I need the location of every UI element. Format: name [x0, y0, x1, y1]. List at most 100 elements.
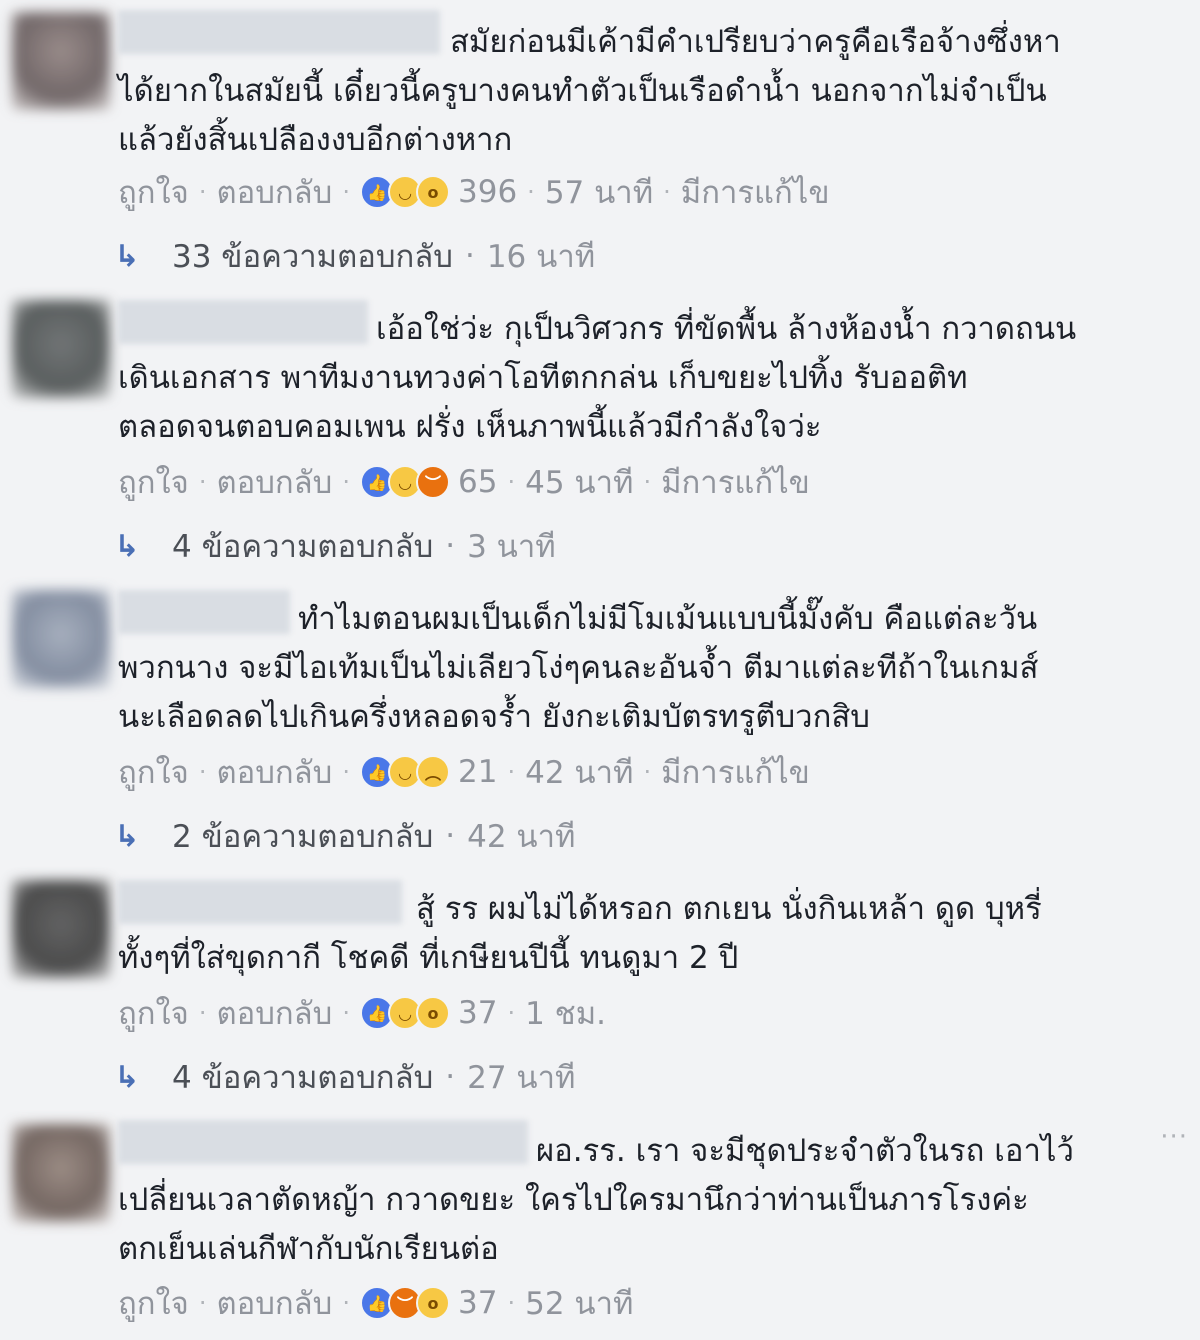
reactions[interactable]: 👍 ◡ ︵	[360, 755, 450, 789]
avatar[interactable]	[12, 12, 110, 110]
comment-time[interactable]: 45 นาที	[525, 457, 633, 507]
reply-link[interactable]: ตอบกลับ	[216, 988, 332, 1038]
like-link[interactable]: ถูกใจ	[118, 167, 189, 217]
separator: ·	[445, 528, 456, 564]
comment-text-line: ทำไมตอนผมเป็นเด็กไม่มีโมเม้นแบบนี้มั๊งคั…	[298, 601, 1038, 637]
like-link[interactable]: ถูกใจ	[118, 747, 189, 797]
avatar[interactable]	[12, 300, 110, 398]
comment-text-line: นะเลือดลดไปเกินครึ่งหลอดจร้ำ ยังกะเติมบั…	[118, 699, 870, 735]
comment: ผอ.รร. เรา จะมีชุดประจำตัวในรถ เอาไว้ เป…	[0, 1110, 1200, 1340]
comment-text: ผอ.รร. เรา จะมีชุดประจำตัวในรถ เอาไว้ เป…	[118, 1127, 1168, 1274]
replies-link[interactable]: ↳ 2 ข้อความตอบกลับ · 42 นาที	[110, 816, 575, 856]
comment-time[interactable]: 1 ชม.	[525, 988, 606, 1038]
comment: เอ้อใช่ว่ะ กุเป็นวิศวกร ที่ขัดพื้น ล้างห…	[0, 290, 1200, 580]
separator: ·	[198, 758, 207, 786]
comment-text-line: สมัยก่อนมีเค้ามีคำเปรียบว่าครูคือเรือจ้า…	[450, 24, 1061, 60]
wow-reaction-icon: o	[416, 996, 450, 1030]
separator: ·	[342, 758, 350, 786]
reaction-count[interactable]: 396	[458, 174, 517, 210]
comment: สู้ รร ผมไม่ได้หรอก ตกเยน นั่งกินเหล้า ด…	[0, 870, 1200, 1110]
reply-link[interactable]: ตอบกลับ	[216, 457, 332, 507]
reaction-count[interactable]: 21	[458, 754, 497, 790]
separator: ·	[342, 1289, 350, 1317]
comment-text-line: ตลอดจนตอบคอมเพน ฝรั่ง เห็นภาพนี้แล้วมีกำ…	[118, 409, 822, 445]
separator: ·	[527, 178, 535, 206]
comment-actions: ถูกใจ · ตอบกลับ · 👍 ◡ ︶ 65 · 45 นาที · ม…	[118, 462, 810, 502]
comment: สมัยก่อนมีเค้ามีคำเปรียบว่าครูคือเรือจ้า…	[0, 0, 1200, 290]
separator: ·	[445, 818, 456, 854]
reply-count[interactable]: 4 ข้อความตอบกลับ	[172, 521, 433, 571]
sad-reaction-icon: ︵	[416, 755, 450, 789]
more-options-icon[interactable]: ···	[1160, 1122, 1188, 1152]
reaction-count[interactable]: 65	[458, 464, 497, 500]
comment-actions: ถูกใจ · ตอบกลับ · 👍 ︶ o 37 · 52 นาที	[118, 1283, 633, 1323]
comment-text-line: เอ้อใช่ว่ะ กุเป็นวิศวกร ที่ขัดพื้น ล้างห…	[376, 311, 1077, 347]
reply-time: 3 นาที	[467, 529, 556, 565]
reply-count[interactable]: 4 ข้อความตอบกลับ	[172, 1052, 433, 1102]
edited-label[interactable]: มีการแก้ไข	[661, 457, 810, 507]
comment-text: ทำไมตอนผมเป็นเด็กไม่มีโมเม้นแบบนี้มั๊งคั…	[118, 595, 1168, 742]
comment-text-line: ได้ยากในสมัยนี้ เดี๋ยวนี้ครูบางคนทำตัวเป…	[118, 73, 1047, 109]
angry-reaction-icon: ︶	[416, 465, 450, 499]
comment-text-line: ทั้งๆที่ใส่ขุดกากี โชคดี ที่เกษียนปีนี้ …	[118, 940, 739, 976]
replies-link[interactable]: ↳ 4 ข้อความตอบกลับ · 27 นาที	[110, 1057, 575, 1097]
separator: ·	[464, 238, 475, 274]
reply-arrow-icon: ↳	[114, 1059, 140, 1095]
separator: ·	[198, 1289, 207, 1317]
separator: ·	[198, 999, 207, 1027]
comment-time[interactable]: 42 นาที	[525, 747, 633, 797]
reactions[interactable]: 👍 ◡ ︶	[360, 465, 450, 499]
reply-arrow-icon: ↳	[114, 238, 140, 274]
reply-link[interactable]: ตอบกลับ	[216, 167, 332, 217]
like-link[interactable]: ถูกใจ	[118, 457, 189, 507]
like-link[interactable]: ถูกใจ	[118, 988, 189, 1038]
reply-count[interactable]: 33 ข้อความตอบกลับ	[172, 231, 453, 281]
reply-link[interactable]: ตอบกลับ	[216, 747, 332, 797]
reaction-count[interactable]: 37	[458, 1285, 497, 1321]
comment-time[interactable]: 57 นาที	[545, 167, 653, 217]
replies-link[interactable]: ↳ 4 ข้อความตอบกลับ · 3 นาที	[110, 526, 555, 566]
separator: ·	[507, 468, 516, 496]
reactions[interactable]: 👍 ◡ o	[360, 996, 450, 1030]
like-link[interactable]: ถูกใจ	[118, 1278, 189, 1328]
reactions[interactable]: 👍 ◡ o	[360, 175, 450, 209]
comment-text: สู้ รร ผมไม่ได้หรอก ตกเยน นั่งกินเหล้า ด…	[118, 885, 1168, 983]
avatar[interactable]	[12, 1124, 110, 1222]
reply-count[interactable]: 2 ข้อความตอบกลับ	[172, 811, 433, 861]
comment-text-line: พวกนาง จะมีไอเท้มเป็นไม่เลียวโง่ๆคนละอัน…	[118, 650, 1039, 686]
comment-actions: ถูกใจ · ตอบกลับ · 👍 ◡ ︵ 21 · 42 นาที · ม…	[118, 752, 810, 792]
separator: ·	[342, 999, 350, 1027]
comment-text-line: ผอ.รร. เรา จะมีชุดประจำตัวในรถ เอาไว้	[536, 1133, 1074, 1169]
reply-arrow-icon: ↳	[114, 528, 140, 564]
comment-text-line: ตกเย็นเล่นกีฬากับนักเรียนต่อ	[118, 1231, 499, 1267]
comment-text: สมัยก่อนมีเค้ามีคำเปรียบว่าครูคือเรือจ้า…	[118, 18, 1168, 165]
comment-text-line: สู้ รร ผมไม่ได้หรอก ตกเยน นั่งกินเหล้า ด…	[416, 891, 1042, 927]
comment: ทำไมตอนผมเป็นเด็กไม่มีโมเม้นแบบนี้มั๊งคั…	[0, 580, 1200, 870]
comment-text: เอ้อใช่ว่ะ กุเป็นวิศวกร ที่ขัดพื้น ล้างห…	[118, 305, 1168, 452]
avatar[interactable]	[12, 880, 110, 978]
comment-actions: ถูกใจ · ตอบกลับ · 👍 ◡ o 37 · 1 ชม.	[118, 993, 606, 1033]
reaction-count[interactable]: 37	[458, 995, 497, 1031]
separator: ·	[507, 1289, 516, 1317]
reply-link[interactable]: ตอบกลับ	[216, 1278, 332, 1328]
separator: ·	[643, 758, 652, 786]
separator: ·	[643, 468, 652, 496]
separator: ·	[507, 758, 516, 786]
separator: ·	[663, 178, 671, 206]
replies-link[interactable]: ↳ 33 ข้อความตอบกลับ · 16 นาที	[110, 236, 595, 276]
comment-text-line: เดินเอกสาร พาทีมงานทวงค่าโอทีตกกล่น เก็บ…	[118, 360, 968, 396]
reply-time: 16 นาที	[486, 239, 596, 275]
avatar[interactable]	[12, 590, 110, 688]
edited-label[interactable]: มีการแก้ไข	[661, 747, 810, 797]
separator: ·	[342, 468, 350, 496]
comment-text-line: เปลี่ยนเวลาตัดหญ้า กวาดขยะ ใครไปใครมานึก…	[118, 1182, 1029, 1218]
separator: ·	[342, 178, 350, 206]
reactions[interactable]: 👍 ︶ o	[360, 1286, 450, 1320]
reply-time: 27 นาที	[467, 1060, 576, 1096]
wow-reaction-icon: o	[416, 1286, 450, 1320]
reply-time: 42 นาที	[467, 819, 576, 855]
comment-feed: สมัยก่อนมีเค้ามีคำเปรียบว่าครูคือเรือจ้า…	[0, 0, 1200, 1340]
edited-label[interactable]: มีการแก้ไข	[681, 167, 830, 217]
comment-text-line: แล้วยังสิ้นเปลืองงบอีกต่างหาก	[118, 122, 513, 158]
comment-time[interactable]: 52 นาที	[525, 1278, 633, 1328]
